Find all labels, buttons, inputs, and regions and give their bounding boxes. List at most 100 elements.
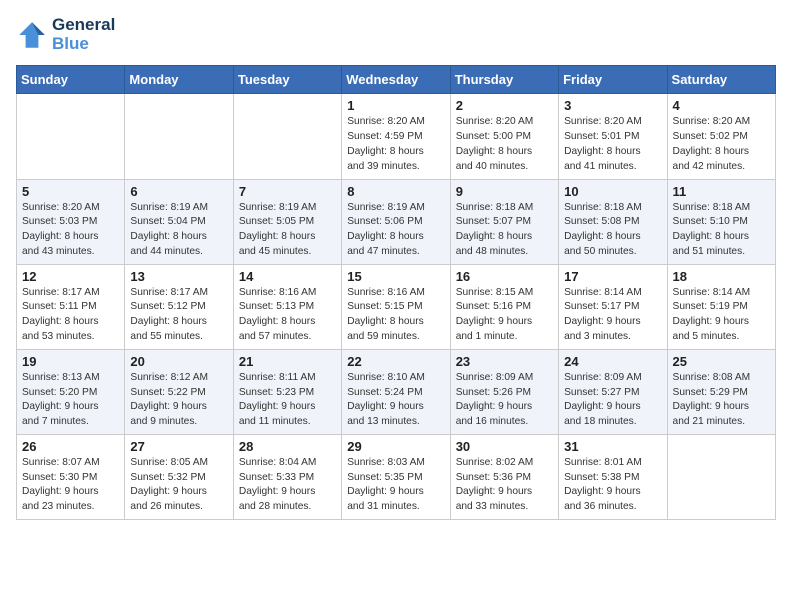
day-info: Sunrise: 8:09 AM Sunset: 5:27 PM Dayligh… (564, 371, 661, 430)
day-info: Sunrise: 8:14 AM Sunset: 5:19 PM Dayligh… (673, 286, 770, 345)
calendar-cell: 11 Sunrise: 8:18 AM Sunset: 5:10 PM Dayli… (667, 179, 775, 264)
day-info: Sunrise: 8:18 AM Sunset: 5:08 PM Dayligh… (564, 201, 661, 260)
calendar-cell: 15Sunrise: 8:16 AM Sunset: 5:15 PM Dayli… (342, 264, 450, 349)
calendar-cell: 2Sunrise: 8:20 AM Sunset: 5:00 PM Daylig… (450, 94, 558, 179)
weekday-header-friday: Friday (559, 66, 667, 94)
logo: General Blue (16, 16, 115, 53)
calendar-cell: 29 Sunrise: 8:03 AM Sunset: 5:35 PM Dayli… (342, 434, 450, 519)
calendar-cell: 9 Sunrise: 8:18 AM Sunset: 5:07 PM Daylig… (450, 179, 558, 264)
day-number: 25 (673, 354, 770, 369)
weekday-header-row: SundayMondayTuesdayWednesdayThursdayFrid… (17, 66, 776, 94)
day-info: Sunrise: 8:20 AM Sunset: 5:01 PM Dayligh… (564, 115, 661, 174)
day-info: Sunrise: 8:19 AM Sunset: 5:06 PM Dayligh… (347, 201, 444, 260)
calendar-table: SundayMondayTuesdayWednesdayThursdayFrid… (16, 65, 776, 520)
day-number: 30 (456, 439, 553, 454)
day-number: 29 (347, 439, 444, 454)
calendar-cell: 17 Sunrise: 8:14 AM Sunset: 5:17 PM Dayli… (559, 264, 667, 349)
calendar-cell: 26 Sunrise: 8:07 AM Sunset: 5:30 PM Dayli… (17, 434, 125, 519)
day-info: Sunrise: 8:17 AM Sunset: 5:11 PM Dayligh… (22, 286, 119, 345)
calendar-cell (667, 434, 775, 519)
logo-text: General Blue (52, 16, 115, 53)
calendar-cell (17, 94, 125, 179)
calendar-week-row: 12Sunrise: 8:17 AM Sunset: 5:11 PM Dayli… (17, 264, 776, 349)
day-info: Sunrise: 8:20 AM Sunset: 5:00 PM Dayligh… (456, 115, 553, 174)
day-info: Sunrise: 8:02 AM Sunset: 5:36 PM Dayligh… (456, 456, 553, 515)
day-number: 28 (239, 439, 336, 454)
calendar-cell: 20 Sunrise: 8:12 AM Sunset: 5:22 PM Dayli… (125, 349, 233, 434)
day-info: Sunrise: 8:16 AM Sunset: 5:13 PM Dayligh… (239, 286, 336, 345)
calendar-cell: 8 Sunrise: 8:19 AM Sunset: 5:06 PM Daylig… (342, 179, 450, 264)
day-number: 5 (22, 184, 119, 199)
calendar-cell (233, 94, 341, 179)
day-number: 6 (130, 184, 227, 199)
calendar-cell: 14 Sunrise: 8:16 AM Sunset: 5:13 PM Dayli… (233, 264, 341, 349)
calendar-cell: 27Sunrise: 8:05 AM Sunset: 5:32 PM Dayli… (125, 434, 233, 519)
page-header: General Blue (16, 16, 776, 53)
day-number: 7 (239, 184, 336, 199)
day-number: 19 (22, 354, 119, 369)
day-number: 8 (347, 184, 444, 199)
day-info: Sunrise: 8:12 AM Sunset: 5:22 PM Dayligh… (130, 371, 227, 430)
calendar-cell: 30 Sunrise: 8:02 AM Sunset: 5:36 PM Dayli… (450, 434, 558, 519)
calendar-cell: 21Sunrise: 8:11 AM Sunset: 5:23 PM Dayli… (233, 349, 341, 434)
calendar-cell: 6 Sunrise: 8:19 AM Sunset: 5:04 PM Daylig… (125, 179, 233, 264)
day-number: 18 (673, 269, 770, 284)
day-number: 1 (347, 98, 444, 113)
weekday-header-thursday: Thursday (450, 66, 558, 94)
calendar-cell: 25 Sunrise: 8:08 AM Sunset: 5:29 PM Dayli… (667, 349, 775, 434)
calendar-week-row: 5 Sunrise: 8:20 AM Sunset: 5:03 PM Daylig… (17, 179, 776, 264)
day-number: 20 (130, 354, 227, 369)
day-info: Sunrise: 8:19 AM Sunset: 5:05 PM Dayligh… (239, 201, 336, 260)
day-info: Sunrise: 8:04 AM Sunset: 5:33 PM Dayligh… (239, 456, 336, 515)
day-info: Sunrise: 8:20 AM Sunset: 4:59 PM Dayligh… (347, 115, 444, 174)
day-info: Sunrise: 8:18 AM Sunset: 5:10 PM Dayligh… (673, 201, 770, 260)
logo-icon (16, 19, 48, 51)
day-info: Sunrise: 8:13 AM Sunset: 5:20 PM Dayligh… (22, 371, 119, 430)
calendar-cell: 31Sunrise: 8:01 AM Sunset: 5:38 PM Dayli… (559, 434, 667, 519)
day-number: 21 (239, 354, 336, 369)
day-number: 10 (564, 184, 661, 199)
day-info: Sunrise: 8:17 AM Sunset: 5:12 PM Dayligh… (130, 286, 227, 345)
day-info: Sunrise: 8:10 AM Sunset: 5:24 PM Dayligh… (347, 371, 444, 430)
day-info: Sunrise: 8:19 AM Sunset: 5:04 PM Dayligh… (130, 201, 227, 260)
day-info: Sunrise: 8:14 AM Sunset: 5:17 PM Dayligh… (564, 286, 661, 345)
day-number: 26 (22, 439, 119, 454)
calendar-cell: 10 Sunrise: 8:18 AM Sunset: 5:08 PM Dayli… (559, 179, 667, 264)
day-number: 14 (239, 269, 336, 284)
calendar-cell: 12Sunrise: 8:17 AM Sunset: 5:11 PM Dayli… (17, 264, 125, 349)
calendar-cell: 7 Sunrise: 8:19 AM Sunset: 5:05 PM Daylig… (233, 179, 341, 264)
day-info: Sunrise: 8:15 AM Sunset: 5:16 PM Dayligh… (456, 286, 553, 345)
day-number: 31 (564, 439, 661, 454)
weekday-header-wednesday: Wednesday (342, 66, 450, 94)
calendar-cell: 18 Sunrise: 8:14 AM Sunset: 5:19 PM Dayli… (667, 264, 775, 349)
day-number: 11 (673, 184, 770, 199)
calendar-cell: 5 Sunrise: 8:20 AM Sunset: 5:03 PM Daylig… (17, 179, 125, 264)
day-info: Sunrise: 8:03 AM Sunset: 5:35 PM Dayligh… (347, 456, 444, 515)
calendar-cell: 19 Sunrise: 8:13 AM Sunset: 5:20 PM Dayli… (17, 349, 125, 434)
weekday-header-sunday: Sunday (17, 66, 125, 94)
calendar-cell: 28 Sunrise: 8:04 AM Sunset: 5:33 PM Dayli… (233, 434, 341, 519)
calendar-cell: 1 Sunrise: 8:20 AM Sunset: 4:59 PM Daylig… (342, 94, 450, 179)
calendar-cell: 22Sunrise: 8:10 AM Sunset: 5:24 PM Dayli… (342, 349, 450, 434)
day-info: Sunrise: 8:05 AM Sunset: 5:32 PM Dayligh… (130, 456, 227, 515)
day-info: Sunrise: 8:20 AM Sunset: 5:02 PM Dayligh… (673, 115, 770, 174)
calendar-cell: 23 Sunrise: 8:09 AM Sunset: 5:26 PM Dayli… (450, 349, 558, 434)
calendar-cell (125, 94, 233, 179)
day-info: Sunrise: 8:20 AM Sunset: 5:03 PM Dayligh… (22, 201, 119, 260)
weekday-header-tuesday: Tuesday (233, 66, 341, 94)
calendar-week-row: 19 Sunrise: 8:13 AM Sunset: 5:20 PM Dayli… (17, 349, 776, 434)
calendar-cell: 4Sunrise: 8:20 AM Sunset: 5:02 PM Daylig… (667, 94, 775, 179)
day-info: Sunrise: 8:09 AM Sunset: 5:26 PM Dayligh… (456, 371, 553, 430)
day-info: Sunrise: 8:08 AM Sunset: 5:29 PM Dayligh… (673, 371, 770, 430)
calendar-cell: 16Sunrise: 8:15 AM Sunset: 5:16 PM Dayli… (450, 264, 558, 349)
day-number: 3 (564, 98, 661, 113)
day-number: 9 (456, 184, 553, 199)
day-number: 15 (347, 269, 444, 284)
day-info: Sunrise: 8:07 AM Sunset: 5:30 PM Dayligh… (22, 456, 119, 515)
day-number: 17 (564, 269, 661, 284)
day-info: Sunrise: 8:18 AM Sunset: 5:07 PM Dayligh… (456, 201, 553, 260)
calendar-cell: 13Sunrise: 8:17 AM Sunset: 5:12 PM Dayli… (125, 264, 233, 349)
weekday-header-saturday: Saturday (667, 66, 775, 94)
day-number: 23 (456, 354, 553, 369)
calendar-cell: 24Sunrise: 8:09 AM Sunset: 5:27 PM Dayli… (559, 349, 667, 434)
